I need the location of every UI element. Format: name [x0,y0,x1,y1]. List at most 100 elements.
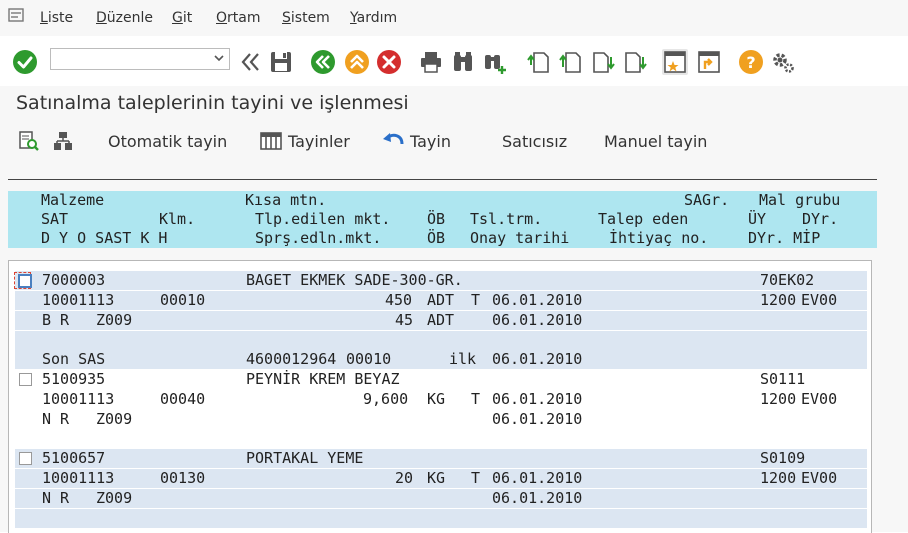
chevron-down-icon[interactable] [213,52,225,64]
save-button[interactable] [268,49,294,75]
list-spacer [15,509,867,528]
last-page-button[interactable] [622,49,648,75]
filter-button[interactable] [52,130,74,152]
list-item[interactable]: 7000003 BAGET EKMEK SADE-300-GR. 70EK02 [14,271,867,290]
item-number: 00010 [160,291,206,309]
d-flag: B [42,311,52,329]
menu-git[interactable]: Git [172,10,192,26]
list-item[interactable]: 5100657 PORTAKAL YEME S0109 [15,449,867,468]
material-number: 5100657 [42,449,106,467]
menu-ortam[interactable]: Ortam [216,10,261,26]
detail-button[interactable] [18,130,40,152]
header-delivery-date: Tsl.trm. [470,210,543,228]
menu-liste[interactable]: Liste [40,10,73,26]
header-storage: DYr. [802,210,839,228]
row-checkbox[interactable] [18,274,32,288]
short-text: PEYNİR KREM BEYAZ [246,370,400,388]
auto-assign-button[interactable]: Otomatik tayin [108,132,227,151]
back-button[interactable] [310,49,336,75]
header-sat: SAT [41,210,69,228]
sast-code: Z009 [96,311,133,329]
storage-location: EV00 [801,390,838,408]
header-material: Malzeme [41,191,105,209]
header-order-unit: ÖB [427,229,446,247]
purchase-requisition: 10001113 [42,390,115,408]
find-button[interactable] [450,49,476,75]
app-menu-icon[interactable] [8,8,24,22]
find-next-button[interactable] [482,49,508,75]
d-flag: N [42,489,52,507]
last-po-number: 4600012964 [246,350,337,368]
binoculars-icon [454,52,472,71]
cancel-button[interactable] [376,49,402,75]
header-dyr-mip: DYr. MİP [748,229,821,247]
help-button[interactable]: ? [738,49,764,75]
list-item[interactable]: 5100935 PEYNİR KREM BEYAZ S0111 [15,370,867,389]
command-input[interactable] [55,50,214,70]
menu-sistem[interactable]: Sistem [282,10,330,26]
header-short-text: Kısa mtn. [245,191,327,209]
new-session-button[interactable] [662,49,688,75]
list-item: 10001113 00130 20 KG T 06.01.2010 1200 E… [15,469,867,488]
menu-yardim[interactable]: Yardım [350,10,397,26]
first-page-button[interactable] [526,49,552,75]
requisition-list: 7000003 BAGET EKMEK SADE-300-GR. 70EK02 … [8,260,872,533]
menu-duzenle[interactable]: Düzenle [96,10,153,26]
y-flag: R [60,410,70,428]
material-group: S0111 [760,370,806,388]
list-item: Son SAS 4600012964 00010 ilk 06.01.2010 [15,350,867,369]
settings-button[interactable] [770,49,796,75]
assignments-icon-button[interactable] [260,130,282,152]
command-field[interactable] [50,48,230,70]
assign-icon-button[interactable] [382,130,404,152]
separator-line [8,179,877,180]
undo-arrow-icon [383,133,404,145]
previous-page-button[interactable] [558,49,584,75]
approval-date: 06.01.2010 [492,410,583,428]
assignments-button[interactable]: Tayinler [288,132,350,151]
y-flag: R [60,489,70,507]
item-number: 00130 [160,469,206,487]
row-checkbox[interactable] [19,373,32,386]
print-button[interactable] [418,49,444,75]
approval-date: 06.01.2010 [492,311,583,329]
page-title: Satınalma taleplerinin tayini ve işlenme… [16,92,409,114]
manual-assign-button[interactable]: Manuel tayin [604,132,707,151]
t-flag: T [471,469,481,487]
header-sagr: SAGr. [684,191,730,209]
shortcut-button[interactable] [696,49,722,75]
exit-icon [345,50,369,74]
header-requester: Talep eden [598,210,689,228]
next-page-button[interactable] [590,49,616,75]
approval-date: 06.01.2010 [492,489,583,507]
material-group: 70EK02 [760,271,815,289]
header-ordered-qty: Sprş.edln.mkt. [255,229,382,247]
sast-code: Z009 [96,489,133,507]
y-flag: R [60,311,70,329]
material-group: S0109 [760,449,806,467]
last-po-label: Son SAS [42,350,106,368]
assign-button[interactable]: Tayin [410,132,451,151]
svg-text:?: ? [746,53,755,72]
unit: ADT [427,291,455,309]
last-po-item: 00010 [346,350,392,368]
application-toolbar: Otomatik tayin Tayinler Tayin Satıcısız … [0,122,908,162]
no-vendor-button[interactable]: Satıcısız [502,132,567,151]
list-item: B R Z009 45 ADT 06.01.2010 [15,311,867,330]
collapse-button[interactable] [238,49,264,75]
last-page-icon [625,52,647,73]
next-page-icon [593,52,615,73]
unit: KG [427,390,446,408]
exit-button[interactable] [344,49,370,75]
header-row-3: D Y O SAST K H Sprş.edln.mkt. ÖB Onay ta… [8,229,877,248]
document-magnifier-icon [19,131,39,151]
row-checkbox[interactable] [19,452,32,465]
report-area: Malzeme Kısa mtn. SAGr. Mal grubu SAT Kl… [0,162,908,533]
delivery-date: 06.01.2010 [492,469,583,487]
first-page-icon [527,52,549,73]
list-item: 10001113 00010 450 ADT T 06.01.2010 1200… [15,291,867,310]
enter-button[interactable] [12,49,38,75]
header-item: Klm. [159,210,196,228]
purchase-requisition: 10001113 [42,291,115,309]
